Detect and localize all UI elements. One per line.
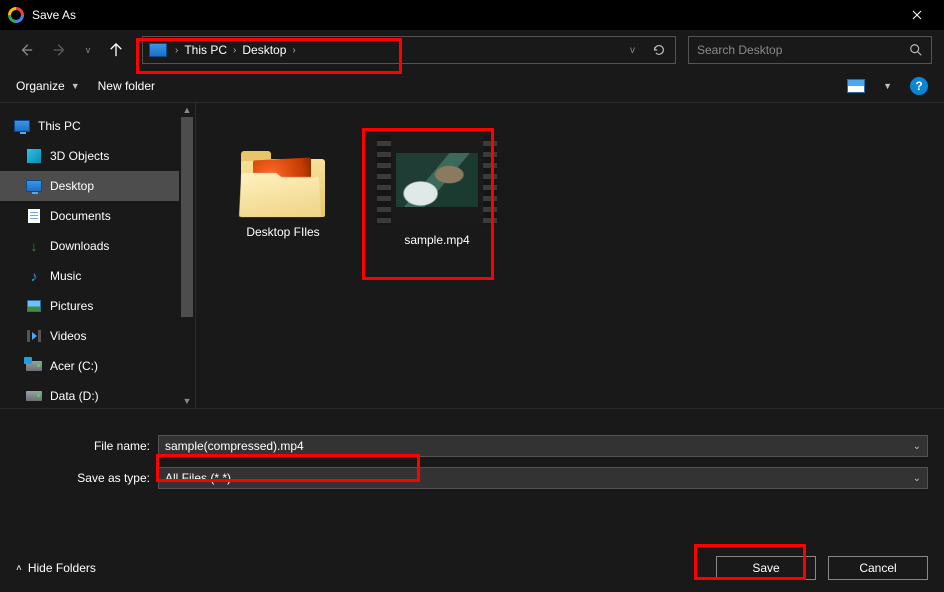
pc-icon (149, 43, 167, 57)
chevron-down-icon[interactable]: ⌄ (913, 441, 921, 452)
chevron-down-icon[interactable]: ⌄ (913, 473, 921, 484)
organize-menu[interactable]: Organize ▼ (16, 79, 80, 93)
chevron-right-icon: › (286, 45, 301, 56)
filename-input[interactable]: sample(compressed).mp4 ⌄ (158, 435, 928, 457)
desktop-icon (26, 178, 42, 194)
body-area: This PC 3D Objects Desktop Documents ↓ D… (0, 102, 944, 408)
hide-folders-toggle[interactable]: ˄ Hide Folders (16, 561, 96, 575)
chevron-right-icon: › (169, 45, 184, 56)
picture-icon (26, 298, 42, 314)
nav-row: v › This PC › Desktop › v Search Desktop (0, 30, 944, 70)
search-icon (909, 43, 923, 57)
breadcrumb-desktop[interactable]: Desktop (242, 43, 286, 57)
help-button[interactable]: ? (910, 77, 928, 95)
file-item-video[interactable]: sample.mp4 (372, 121, 502, 247)
recent-dropdown[interactable]: v (80, 36, 96, 64)
sidebar-scrollbar[interactable]: ▲ ▼ (179, 103, 195, 408)
file-label: sample.mp4 (404, 233, 469, 247)
folder-icon (239, 145, 327, 217)
arrow-left-icon (19, 43, 33, 57)
sidebar: This PC 3D Objects Desktop Documents ↓ D… (0, 103, 196, 408)
file-label: Desktop FIles (246, 225, 319, 239)
drive-icon (26, 358, 42, 374)
sidebar-3d-objects[interactable]: 3D Objects (0, 141, 195, 171)
chevron-down-icon[interactable]: ▼ (883, 81, 892, 91)
scrollbar-up-arrow[interactable]: ▲ (179, 103, 195, 117)
close-icon (912, 10, 922, 20)
close-button[interactable] (894, 0, 940, 30)
download-icon: ↓ (26, 238, 42, 254)
refresh-button[interactable] (645, 37, 673, 63)
footer: ˄ Hide Folders Save Cancel (0, 544, 944, 592)
search-input[interactable]: Search Desktop (688, 36, 932, 64)
forward-button[interactable] (46, 36, 74, 64)
sidebar-documents[interactable]: Documents (0, 201, 195, 231)
sidebar-drive-c[interactable]: Acer (C:) (0, 351, 195, 381)
filename-label: File name: (16, 439, 158, 453)
scrollbar-thumb[interactable] (181, 117, 193, 317)
chrome-icon (8, 7, 24, 23)
sidebar-music[interactable]: ♪ Music (0, 261, 195, 291)
chevron-right-icon: › (227, 45, 242, 56)
file-item-folder[interactable]: Desktop FIles (218, 121, 348, 239)
sidebar-desktop[interactable]: Desktop (0, 171, 195, 201)
sidebar-this-pc[interactable]: This PC (0, 111, 195, 141)
search-placeholder: Search Desktop (697, 43, 782, 57)
back-button[interactable] (12, 36, 40, 64)
chevron-up-icon: ˄ (16, 563, 22, 574)
cube-icon (26, 148, 42, 164)
view-mode-icon[interactable] (847, 79, 865, 93)
document-icon (26, 208, 42, 224)
save-button[interactable]: Save (716, 556, 816, 580)
monitor-icon (14, 118, 30, 134)
titlebar: Save As (0, 0, 944, 30)
arrow-right-icon (53, 43, 67, 57)
music-icon: ♪ (26, 268, 42, 284)
breadcrumb-this-pc[interactable]: This PC (184, 43, 227, 57)
saveastype-label: Save as type: (16, 471, 158, 485)
scrollbar-down-arrow[interactable]: ▼ (179, 394, 195, 408)
form-area: File name: sample(compressed).mp4 ⌄ Save… (0, 408, 944, 507)
refresh-icon (652, 43, 666, 57)
breadcrumb-bar[interactable]: › This PC › Desktop › v (142, 36, 676, 64)
cancel-button[interactable]: Cancel (828, 556, 928, 580)
video-icon (26, 328, 42, 344)
toolbar: Organize ▼ New folder ▼ ? (0, 70, 944, 102)
window-title: Save As (32, 8, 894, 22)
arrow-up-icon (109, 43, 123, 57)
sidebar-pictures[interactable]: Pictures (0, 291, 195, 321)
sidebar-downloads[interactable]: ↓ Downloads (0, 231, 195, 261)
new-folder-button[interactable]: New folder (98, 79, 155, 93)
sidebar-videos[interactable]: Videos (0, 321, 195, 351)
saveastype-select[interactable]: All Files (*.*) ⌄ (158, 467, 928, 489)
breadcrumb-dropdown[interactable]: v (624, 45, 641, 56)
chevron-down-icon: ▼ (71, 81, 80, 91)
file-list-area[interactable]: Desktop FIles sample.mp4 (196, 103, 944, 408)
drive-icon (26, 388, 42, 404)
sidebar-drive-d[interactable]: Data (D:) (0, 381, 195, 411)
up-button[interactable] (102, 36, 130, 64)
video-thumbnail-icon (377, 135, 497, 225)
